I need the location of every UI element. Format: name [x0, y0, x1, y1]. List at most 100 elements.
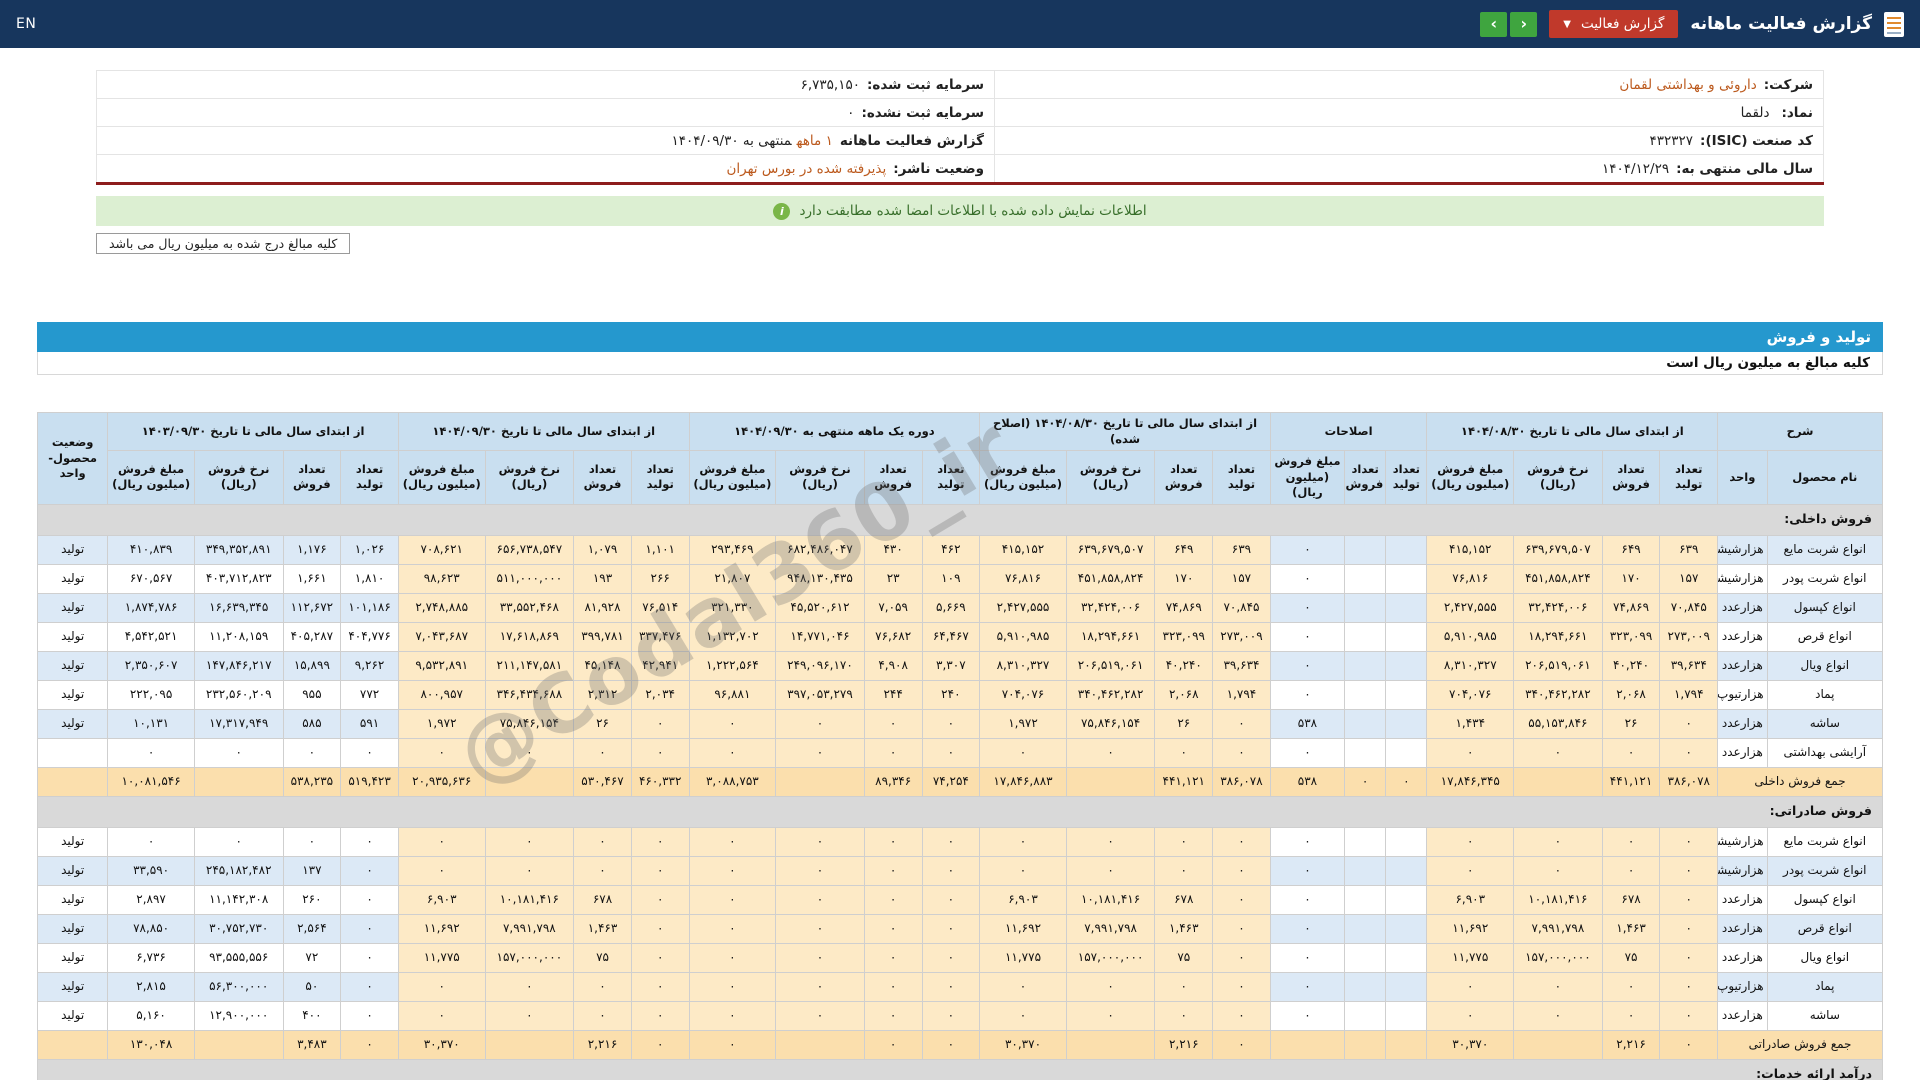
ytd-0930-amount-cell: ۰ — [397, 971, 486, 1002]
ytd-0830-amount-cell: ۰ — [1426, 971, 1515, 1002]
prior-year-rate-cell: ۲۴۵,۱۸۲,۴۸۲ — [193, 855, 284, 886]
prior-year-qty-produced-cell: ۰ — [340, 737, 399, 768]
ytd-0830-adjusted-qty-sold-cell: ۶۷۸ — [1154, 884, 1214, 915]
ytd-0930-rate-cell: ۶۵۶,۷۳۸,۵۴۷ — [484, 534, 575, 565]
amounts-unit-note: کلیه مبالغ به میلیون ریال است — [37, 352, 1883, 375]
ytd-0830-adjusted-rate-cell: ۰ — [1065, 826, 1156, 857]
prior-year-amount-cell: ۴,۵۴۲,۵۲۱ — [107, 621, 195, 652]
column-header: تعداد فروش — [1154, 450, 1214, 505]
prior-year-amount-cell: ۷۸,۸۵۰ — [107, 913, 195, 944]
prior-year-rate-cell: ۳۴۹,۳۵۲,۸۹۱ — [193, 534, 284, 565]
ytd-0830-rate-cell: ۰ — [1513, 826, 1603, 857]
adjustment-qty-produced-cell — [1385, 826, 1428, 857]
prior-year-qty-sold-cell: ۱۳۷ — [282, 855, 342, 886]
ytd-0830-adjusted-qty-produced-cell: ۰ — [1212, 826, 1271, 857]
prev-report-button[interactable]: ‹ — [1480, 11, 1508, 37]
month-rate-cell: ۰ — [775, 942, 865, 973]
ytd-0830-adjusted-qty-sold-cell: ۰ — [1154, 1000, 1214, 1031]
month-rate-cell: ۰ — [775, 737, 865, 768]
product-row: پماد هزارتیوپ ۰ ۰ ۰ ۰ ۰ ۰ ۰ ۰ ۰ ۰ ۰ ۰ ۰ ۰ ۰ ۰ ۰ ۰ ۵۰ ۵۶,۳۰۰,۰… — [36, 971, 1884, 1002]
adjustment-amount-cell: ۰ — [1269, 1000, 1346, 1031]
prior-year-rate-cell: ۹۳,۵۵۵,۵۵۶ — [193, 942, 284, 973]
column-header: نرخ فروش (ریال) — [484, 450, 575, 505]
prior-year-qty-sold-cell: ۴۰۵,۲۸۷ — [282, 621, 342, 652]
unit-cell: هزارتیوپ — [1717, 971, 1768, 1002]
month-amount-cell: ۹۶,۸۸۱ — [688, 679, 777, 710]
adjustment-qty-sold-cell — [1344, 563, 1387, 594]
ytd-0830-rate-cell: ۰ — [1513, 1000, 1603, 1031]
prior-year-qty-sold-cell: ۵۰ — [282, 971, 342, 1002]
prior-year-qty-produced-cell: ۰ — [340, 855, 399, 886]
sum-row: جمع فروش داخلی ۳۸۶,۰۷۸ ۴۴۱,۱۲۱ ۱۷,۸۴۶,۳۴۵ ۰ ۰… — [36, 766, 1883, 797]
adjustment-amount-cell: ۰ — [1269, 971, 1346, 1002]
ytd-0830-adjusted-rate-cell: ۰ — [1065, 971, 1156, 1002]
prior-year-amount-cell: ۲,۸۹۷ — [107, 884, 195, 915]
ytd-0830-rate-cell: ۶۳۹,۶۷۹,۵۰۷ — [1513, 534, 1603, 565]
ytd-0930-qty-sold-cell: ۴۵,۱۴۸ — [573, 650, 632, 681]
ytd-0830-qty-produced-cell: ۰ — [1659, 884, 1719, 915]
month-qty-sold-cell: ۲۴۴ — [863, 679, 923, 710]
ytd-0830-rate-cell: ۱۰,۱۸۱,۴۱۶ — [1513, 884, 1603, 915]
month-qty-produced-cell: ۰ — [921, 708, 981, 739]
section-header-row: فروش داخلی: — [37, 503, 1883, 536]
period-length-accent: ۱ ماهه — [796, 132, 833, 149]
ytd-0930-rate-cell: ۲۱۱,۱۴۷,۵۸۱ — [484, 650, 575, 681]
month-amount-cell: ۰ — [688, 708, 777, 739]
month-amount-cell: ۰ — [688, 855, 777, 886]
prior-year-rate-cell: ۵۶,۳۰۰,۰۰۰ — [193, 971, 284, 1002]
column-header: نرخ فروش (ریال) — [1513, 450, 1603, 505]
prior-year-qty-produced-cell: ۰ — [340, 971, 399, 1002]
unit-cell: هزارعدد — [1717, 913, 1768, 944]
next-report-button[interactable]: › — [1510, 11, 1538, 37]
ytd-0830-qty-sold-cell: ۲,۲۱۶ — [1601, 1029, 1661, 1060]
adjustment-qty-produced-cell — [1385, 679, 1428, 710]
ytd-0930-qty-produced-cell: ۰ — [630, 708, 690, 739]
ytd-0830-adjusted-amount-cell: ۱۱,۶۹۲ — [979, 913, 1067, 944]
prior-year-qty-produced-cell: ۷۷۲ — [340, 679, 399, 710]
ytd-0930-qty-produced-cell: ۰ — [630, 737, 690, 768]
info-row: نماد: دلقما سرمایه ثبت نشده: ۰ — [95, 98, 1824, 127]
month-qty-produced-cell: ۰ — [921, 737, 981, 768]
ytd-0830-qty-sold-cell: ۰ — [1601, 737, 1661, 768]
adjustment-qty-sold-cell — [1344, 942, 1387, 973]
month-qty-sold-cell: ۷۶,۶۸۲ — [863, 621, 923, 652]
ytd-0830-qty-produced-cell: ۰ — [1659, 826, 1719, 857]
ytd-0830-adjusted-qty-produced-cell: ۰ — [1212, 971, 1271, 1002]
prior-year-rate-cell: ۳۰,۷۵۲,۷۳۰ — [193, 913, 284, 944]
ytd-0930-amount-cell: ۰ — [397, 1000, 486, 1031]
ytd-0930-amount-cell: ۹,۵۳۲,۸۹۱ — [397, 650, 486, 681]
column-header: تعداد تولید — [340, 450, 399, 505]
ytd-0830-qty-sold-cell: ۴۴۱,۱۲۱ — [1601, 766, 1661, 797]
prior-year-qty-produced-cell: ۹,۲۶۲ — [340, 650, 399, 681]
adjustment-qty-sold-cell: ۰ — [1344, 766, 1387, 797]
unit-cell: هزارعدد — [1717, 737, 1768, 768]
product-status-cell: تولید — [36, 855, 109, 886]
ytd-0830-qty-produced-cell: ۰ — [1659, 708, 1719, 739]
ytd-0930-amount-cell: ۰ — [397, 826, 486, 857]
unit-cell: هزارشیشه — [1717, 563, 1768, 594]
ytd-0830-adjusted-amount-cell: ۵,۹۱۰,۹۸۵ — [979, 621, 1067, 652]
ytd-0830-adjusted-qty-produced-cell: ۰ — [1212, 942, 1271, 973]
ytd-0930-qty-sold-cell: ۲,۳۱۲ — [573, 679, 632, 710]
ytd-0830-adjusted-qty-produced-cell: ۳۸۶,۰۷۸ — [1212, 766, 1271, 797]
ytd-0830-rate-cell: ۰ — [1513, 855, 1603, 886]
ytd-0930-amount-cell: ۰ — [397, 737, 486, 768]
ytd-0930-rate-cell: ۰ — [484, 826, 575, 857]
company-name-link[interactable]: داروئی و بهداشتی لقمان — [1619, 77, 1756, 93]
ytd-0830-qty-produced-cell: ۷۰,۸۴۵ — [1659, 592, 1719, 623]
adjustment-qty-sold-cell — [1344, 1000, 1387, 1031]
language-toggle-en[interactable]: EN — [16, 16, 36, 32]
field-value: ۰ — [847, 104, 855, 121]
prior-year-qty-produced-cell: ۰ — [340, 884, 399, 915]
column-header: دوره یک ماهه منتهی به ۱۴۰۴/۰۹/۳۰ — [688, 411, 981, 452]
prior-year-qty-sold-cell: ۵۸۵ — [282, 708, 342, 739]
adjustment-qty-produced-cell — [1385, 971, 1428, 1002]
ytd-0930-qty-produced-cell: ۲,۰۳۴ — [630, 679, 690, 710]
product-name-cell: انواع قرص — [1766, 621, 1884, 652]
ytd-0930-rate-cell: ۱۵۷,۰۰۰,۰۰۰ — [484, 942, 575, 973]
field-value: منتهی به ۱۴۰۴/۰۹/۳۰ — [671, 132, 792, 149]
product-status-cell — [36, 1029, 109, 1060]
report-type-dropdown[interactable]: گزارش فعالیت ▼ — [1549, 10, 1679, 38]
column-header: از ابتدای سال مالی تا تاریخ ۱۴۰۳/۰۹/۳۰ — [107, 411, 399, 452]
product-name-cell: آرایشی بهداشتی — [1766, 737, 1884, 768]
